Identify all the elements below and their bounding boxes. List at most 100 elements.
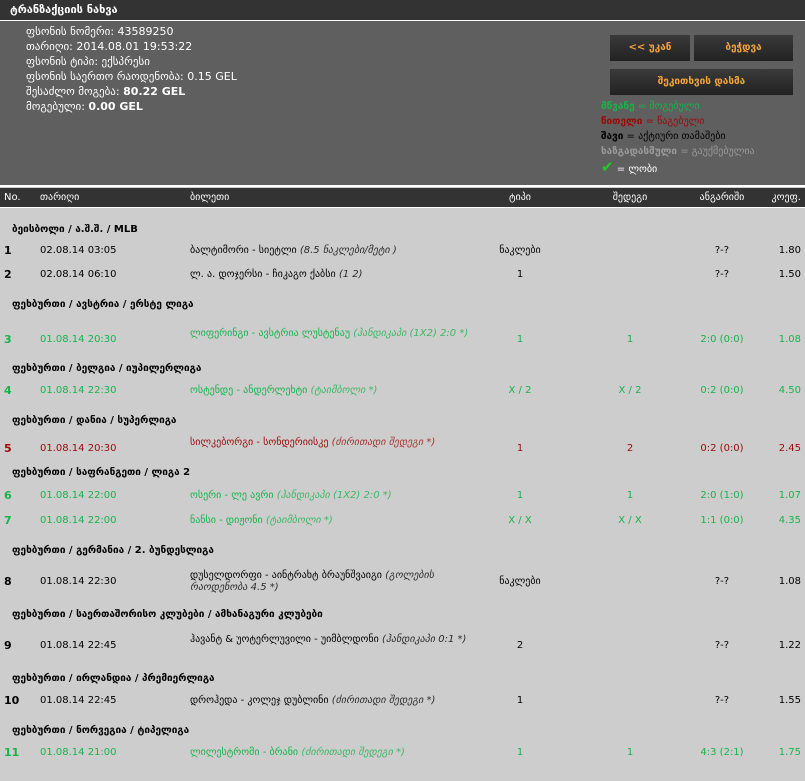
row-coef: 1.50 xyxy=(778,269,801,280)
ask-question-button[interactable]: შეკითხვის დასმა xyxy=(610,69,793,95)
market-name: (ძირითადი შედეგი *) xyxy=(331,695,436,706)
row-date: 01.08.14 22:00 xyxy=(40,515,117,526)
legend-value: = გაუქმებულია xyxy=(680,146,755,157)
match-name: ოსტენდე - ანდერლეხტი xyxy=(190,385,308,396)
group-heading: ფეხბურთი / საფრანგეთი / ლიგა 2 xyxy=(12,467,191,478)
legend-key: წითელი xyxy=(601,116,643,127)
row-type: ნაკლები xyxy=(499,245,541,256)
market-name: (8.5 ნაკლები/მეტი ) xyxy=(299,245,397,256)
back-button[interactable]: << უკან xyxy=(610,35,690,61)
row-date: 01.08.14 22:30 xyxy=(40,576,117,587)
group-heading: ფეხბურთი / დანია / სუპერლიგა xyxy=(12,415,177,426)
row-date: 01.08.14 22:00 xyxy=(40,490,117,501)
row-number: 11 xyxy=(4,746,20,759)
bet-stake-value: 0.15 GEL xyxy=(187,70,237,83)
market-name: (ტაიმბოლი *) xyxy=(265,515,333,526)
row-type: ნაკლები xyxy=(499,576,541,587)
group-heading: ფეხბურთი / ირლანდია / პრემიერლიგა xyxy=(12,673,215,684)
bet-type-label: ფსონის ტიპი: xyxy=(26,55,99,68)
group-heading: ბეისბოლი / ა.შ.შ. / MLB xyxy=(12,224,138,235)
group-heading: ფეხბურთი / ავსტრია / ერსტე ლიგა xyxy=(12,299,194,310)
row-number: 4 xyxy=(4,384,12,397)
row-number: 7 xyxy=(4,514,12,527)
legend-key: ხაზგადასმული xyxy=(601,146,678,157)
row-number: 9 xyxy=(4,639,12,652)
row-number: 2 xyxy=(4,268,12,281)
market-name: (ძირითადი შედეგი *) xyxy=(331,437,436,448)
legend-key: ✔ xyxy=(601,158,614,176)
row-type: 2 xyxy=(516,640,524,651)
row-score: ?-? xyxy=(714,576,730,587)
row-number: 3 xyxy=(4,333,12,346)
match-name: სილკებორგი - სონდერიისკე xyxy=(190,437,329,448)
legend-item: შავი = აქტიური თამაშები xyxy=(601,131,726,143)
col-type: ტიპი xyxy=(509,192,531,203)
row-score: 0:2 (0:0) xyxy=(700,385,744,396)
group-heading: ფეხბურთი / ნორვეგია / ტიპელიგა xyxy=(12,725,190,736)
row-coef: 4.50 xyxy=(778,385,801,396)
bet-number-value: 43589250 xyxy=(117,25,174,38)
row-coef: 1.80 xyxy=(778,245,801,256)
row-date: 01.08.14 21:00 xyxy=(40,747,117,758)
row-ticket: ჰავანტ & უოტერლუვილი - უიმბლდონი (ჰანდიკ… xyxy=(190,634,470,646)
row-number: 6 xyxy=(4,489,12,502)
row-result: 1 xyxy=(626,747,634,758)
row-result: 1 xyxy=(626,334,634,345)
row-type: 1 xyxy=(516,443,524,454)
row-ticket: სილკებორგი - სონდერიისკე (ძირითადი შედეგ… xyxy=(190,437,470,449)
match-name: ჰავანტ & უოტერლუვილი - უიმბლდონი xyxy=(190,634,379,645)
legend-key: მწვანე xyxy=(601,101,635,112)
row-ticket: ოსტენდე - ანდერლეხტი (ტაიმბოლი *) xyxy=(190,385,470,397)
legend-value: = აქტიური თამაშები xyxy=(626,131,726,142)
group-heading: ფეხბურთი / ბელგია / იუპილერლიგა xyxy=(12,363,202,374)
match-name: ლილესტრომი - ბრანი xyxy=(190,747,299,758)
row-ticket: დუსელდორფი - აინტრახტ ბრაუნშვაიგი (გოლებ… xyxy=(190,570,470,594)
row-ticket: ლილესტრომი - ბრანი (ძირითადი შედეგი *) xyxy=(190,747,470,759)
col-result: შედეგი xyxy=(612,192,648,203)
row-date: 01.08.14 22:45 xyxy=(40,695,117,706)
bet-stake: ფსონის საერთო რაოდენობა: 0.15 GEL xyxy=(26,70,237,83)
row-type: X / X xyxy=(508,515,532,526)
row-score: ?-? xyxy=(714,640,730,651)
row-result: 1 xyxy=(626,490,634,501)
row-score: ?-? xyxy=(714,695,730,706)
col-score: ანგარიში xyxy=(699,192,745,203)
row-score: ?-? xyxy=(714,245,730,256)
won-label: მოგებული: xyxy=(26,100,85,113)
table-header: No. თარიღი ბილეთი ტიპი შედეგი ანგარიში კ… xyxy=(0,188,805,208)
row-coef: 1.55 xyxy=(778,695,801,706)
row-type: 1 xyxy=(516,490,524,501)
row-number: 1 xyxy=(4,244,12,257)
row-type: X / 2 xyxy=(508,385,532,396)
legend-key: შავი xyxy=(601,131,624,142)
row-ticket: ლიფერინგი - ავსტრია ლუსტენაუ (ჰანდიკაპი … xyxy=(190,328,470,340)
match-name: ლ. ა. დოჯერსი - ჩიკაგო ქაბსი xyxy=(190,269,336,280)
legend-value: = წაგებული xyxy=(645,116,705,127)
col-ticket: ბილეთი xyxy=(190,192,230,203)
row-coef: 1.07 xyxy=(778,490,801,501)
row-ticket: ოსერი - ლე ავრი (ჰანდიკაპი (1X2) 2:0 *) xyxy=(190,490,470,502)
bet-type: ფსონის ტიპი: ექსპრესი xyxy=(26,55,150,68)
row-score: 2:0 (1:0) xyxy=(700,490,744,501)
market-name: (ტაიმბოლი *) xyxy=(310,385,378,396)
market-name: (ჰანდიკაპი (1X2) 2:0 *) xyxy=(353,328,469,339)
match-name: ლიფერინგი - ავსტრია ლუსტენაუ xyxy=(190,328,351,339)
legend-value: = მოგებული xyxy=(637,101,700,112)
match-name: ნანსი - დიჟონი xyxy=(190,515,263,526)
possible-win-label: შესაძლო მოგება: xyxy=(26,85,120,98)
match-name: დუსელდორფი - აინტრახტ ბრაუნშვაიგი xyxy=(190,570,382,581)
row-date: 01.08.14 22:45 xyxy=(40,640,117,651)
row-type: 1 xyxy=(516,695,524,706)
row-ticket: ბალტიმორი - სიეტლი (8.5 ნაკლები/მეტი ) xyxy=(190,245,470,257)
market-name: (ჰანდიკაპი 0:1 *) xyxy=(381,634,467,645)
row-coef: 1.75 xyxy=(778,747,801,758)
bet-info-panel: ფსონის ნომერი: 43589250 თარიღი: 2014.08.… xyxy=(0,21,805,187)
group-heading: ფეხბურთი / საერთაშორისო კლუბები / ამხანა… xyxy=(12,609,323,620)
bet-number-label: ფსონის ნომერი: xyxy=(26,25,115,38)
row-number: 8 xyxy=(4,575,12,588)
bet-type-value: ექსპრესი xyxy=(101,55,150,68)
row-score: 2:0 (0:0) xyxy=(700,334,744,345)
print-button[interactable]: ბეჭდვა xyxy=(694,35,793,61)
row-date: 02.08.14 06:10 xyxy=(40,269,117,280)
group-heading: ფეხბურთი / გერმანია / 2. ბუნდესლიგა xyxy=(12,545,214,556)
